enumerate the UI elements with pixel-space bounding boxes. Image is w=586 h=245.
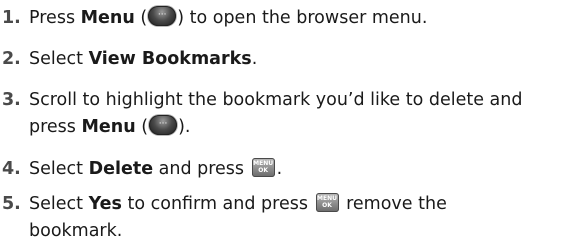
menu-label: Menu [81, 117, 136, 137]
step-text-part: Press [29, 8, 81, 28]
step-number: 1. [2, 8, 21, 28]
step-text-part: ). [178, 117, 191, 137]
step-text-part: and press [153, 159, 250, 179]
step-text-line: Scroll to highlight the bookmark you’d l… [29, 90, 523, 110]
step-text-part: . [276, 159, 283, 179]
step-text: Select Yes to confirm and press MENU OK r… [29, 191, 584, 245]
step-number: 5. [2, 194, 21, 214]
ok-key-bottom-label: OK [322, 202, 332, 209]
view-bookmarks-label: View Bookmarks [88, 49, 252, 69]
step-text-part: ) to open the browser menu. [177, 8, 428, 28]
step-text-part: Select [29, 49, 89, 69]
step-text: Scroll to highlight the bookmark you’d l… [29, 87, 584, 141]
step-number: 2. [2, 49, 21, 69]
step-text-part: to confirm and press [121, 194, 314, 214]
step-text: Select View Bookmarks. [29, 46, 584, 73]
step-text-part: . [251, 49, 258, 69]
step-text: Press Menu ( ··· ) to open the browser men… [29, 5, 584, 32]
menu-key-icon: ··· [149, 115, 178, 135]
step-text-part: ( [134, 8, 148, 28]
menu-key-glyph: ··· [157, 10, 167, 20]
step-text: Select Delete and press MENU OK. [29, 156, 584, 183]
menu-key-icon: ··· [148, 6, 177, 26]
step-text-line: bookmark. [29, 221, 123, 241]
delete-label: Delete [88, 159, 154, 179]
step-text-part: Select [29, 194, 89, 214]
step-number: 3. [2, 90, 21, 110]
step-text-part: ( [135, 117, 149, 137]
step-text-part: Select [29, 159, 89, 179]
step-number: 4. [2, 159, 21, 179]
menu-key-glyph: ··· [158, 119, 168, 129]
menu-ok-key-icon: MENU OK [315, 193, 339, 212]
yes-label: Yes [88, 194, 122, 214]
ok-key-bottom-label: OK [258, 167, 268, 174]
step-text-part: remove the [340, 194, 447, 214]
menu-label: Menu [80, 8, 135, 28]
step-text-part: press [29, 117, 82, 137]
menu-ok-key-icon: MENU OK [251, 158, 275, 177]
